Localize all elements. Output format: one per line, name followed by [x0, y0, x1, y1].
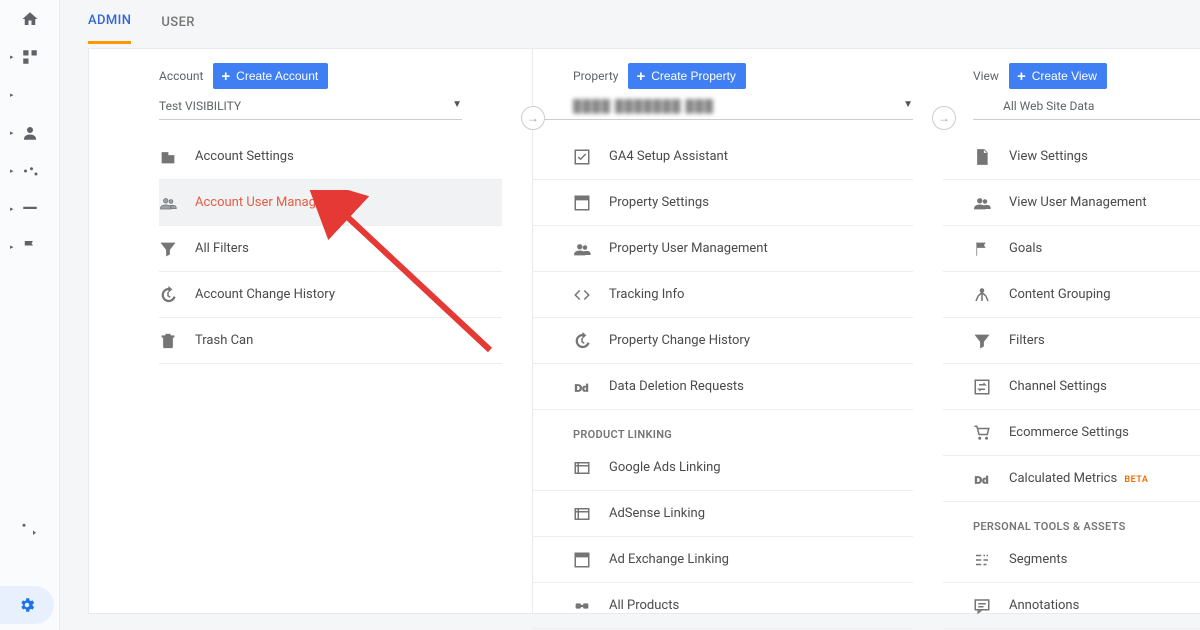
view-user-management-item[interactable]: View User Management	[943, 180, 1200, 226]
google-ads-linking-item[interactable]: Google Ads Linking	[533, 445, 913, 491]
create-property-button[interactable]: +Create Property	[628, 63, 745, 89]
ad-exchange-linking-item[interactable]: Ad Exchange Linking	[533, 537, 913, 583]
trash-can-item[interactable]: Trash Can	[159, 318, 502, 364]
property-column: Property +Create Property ████ ███████ █…	[533, 48, 943, 614]
column-label: Account	[159, 69, 203, 83]
property-settings-item[interactable]: Property Settings	[533, 180, 913, 226]
account-settings-item[interactable]: Account Settings	[159, 134, 502, 180]
behavior-icon[interactable]: ▸	[0, 190, 60, 228]
left-nav-rail: ▸ ▸ ▸ ▸ ▸ ▸	[0, 0, 60, 630]
property-selector[interactable]: ████ ███████ ███▼	[533, 99, 913, 120]
all-products-item[interactable]: All Products	[533, 583, 913, 629]
view-settings-item[interactable]: View Settings	[943, 134, 1200, 180]
account-change-history-item[interactable]: Account Change History	[159, 272, 502, 318]
admin-user-tabs: ADMIN USER	[88, 0, 195, 44]
home-icon[interactable]	[0, 0, 60, 38]
discover-icon[interactable]	[0, 548, 60, 586]
tracking-info-item[interactable]: Tracking Info	[533, 272, 913, 318]
section-header: PRODUCT LINKING	[533, 410, 913, 445]
audience-icon[interactable]: ▸	[0, 114, 60, 152]
beta-badge: BETA	[1124, 475, 1148, 485]
all-filters-item[interactable]: All Filters	[159, 226, 502, 272]
segments-item[interactable]: Segments	[943, 537, 1200, 583]
view-selector[interactable]: All Web Site Data	[973, 99, 1200, 120]
tab-user[interactable]: USER	[161, 0, 195, 44]
column-label: View	[973, 69, 999, 83]
create-view-button[interactable]: +Create View	[1009, 63, 1107, 89]
conversions-icon[interactable]: ▸	[0, 228, 60, 266]
filters-item[interactable]: Filters	[943, 318, 1200, 364]
section-header: PERSONAL TOOLS & ASSETS	[943, 502, 1200, 537]
property-user-management-item[interactable]: Property User Management	[533, 226, 913, 272]
acquisition-icon[interactable]: ▸	[0, 152, 60, 190]
content-grouping-item[interactable]: Content Grouping	[943, 272, 1200, 318]
create-account-button[interactable]: +Create Account	[213, 63, 328, 89]
account-selector[interactable]: Test VISIBILITY▼	[159, 99, 462, 120]
link-arrow-icon[interactable]: →	[521, 106, 545, 130]
goals-item[interactable]: Goals	[943, 226, 1200, 272]
customization-icon[interactable]: ▸	[0, 38, 60, 76]
column-label: Property	[573, 69, 618, 83]
view-column: View +Create View All Web Site Data View…	[943, 48, 1200, 614]
account-user-management-item[interactable]: Account User Management	[159, 180, 502, 226]
link-arrow-icon[interactable]: →	[932, 106, 956, 130]
property-change-history-item[interactable]: Property Change History	[533, 318, 913, 364]
admin-gear-icon[interactable]	[0, 586, 54, 624]
data-deletion-item[interactable]: Data Deletion Requests	[533, 364, 913, 410]
annotations-item[interactable]: Annotations	[943, 583, 1200, 629]
calculated-metrics-item[interactable]: Calculated Metrics BETA	[943, 456, 1200, 502]
account-column: Account +Create Account Test VISIBILITY▼…	[88, 48, 533, 614]
ga4-setup-item[interactable]: GA4 Setup Assistant	[533, 134, 913, 180]
ecommerce-settings-item[interactable]: Ecommerce Settings	[943, 410, 1200, 456]
adsense-linking-item[interactable]: AdSense Linking	[533, 491, 913, 537]
channel-settings-item[interactable]: Channel Settings	[943, 364, 1200, 410]
realtime-icon[interactable]: ▸	[0, 76, 60, 114]
tab-admin[interactable]: ADMIN	[88, 0, 131, 44]
attribution-icon[interactable]	[0, 510, 60, 548]
